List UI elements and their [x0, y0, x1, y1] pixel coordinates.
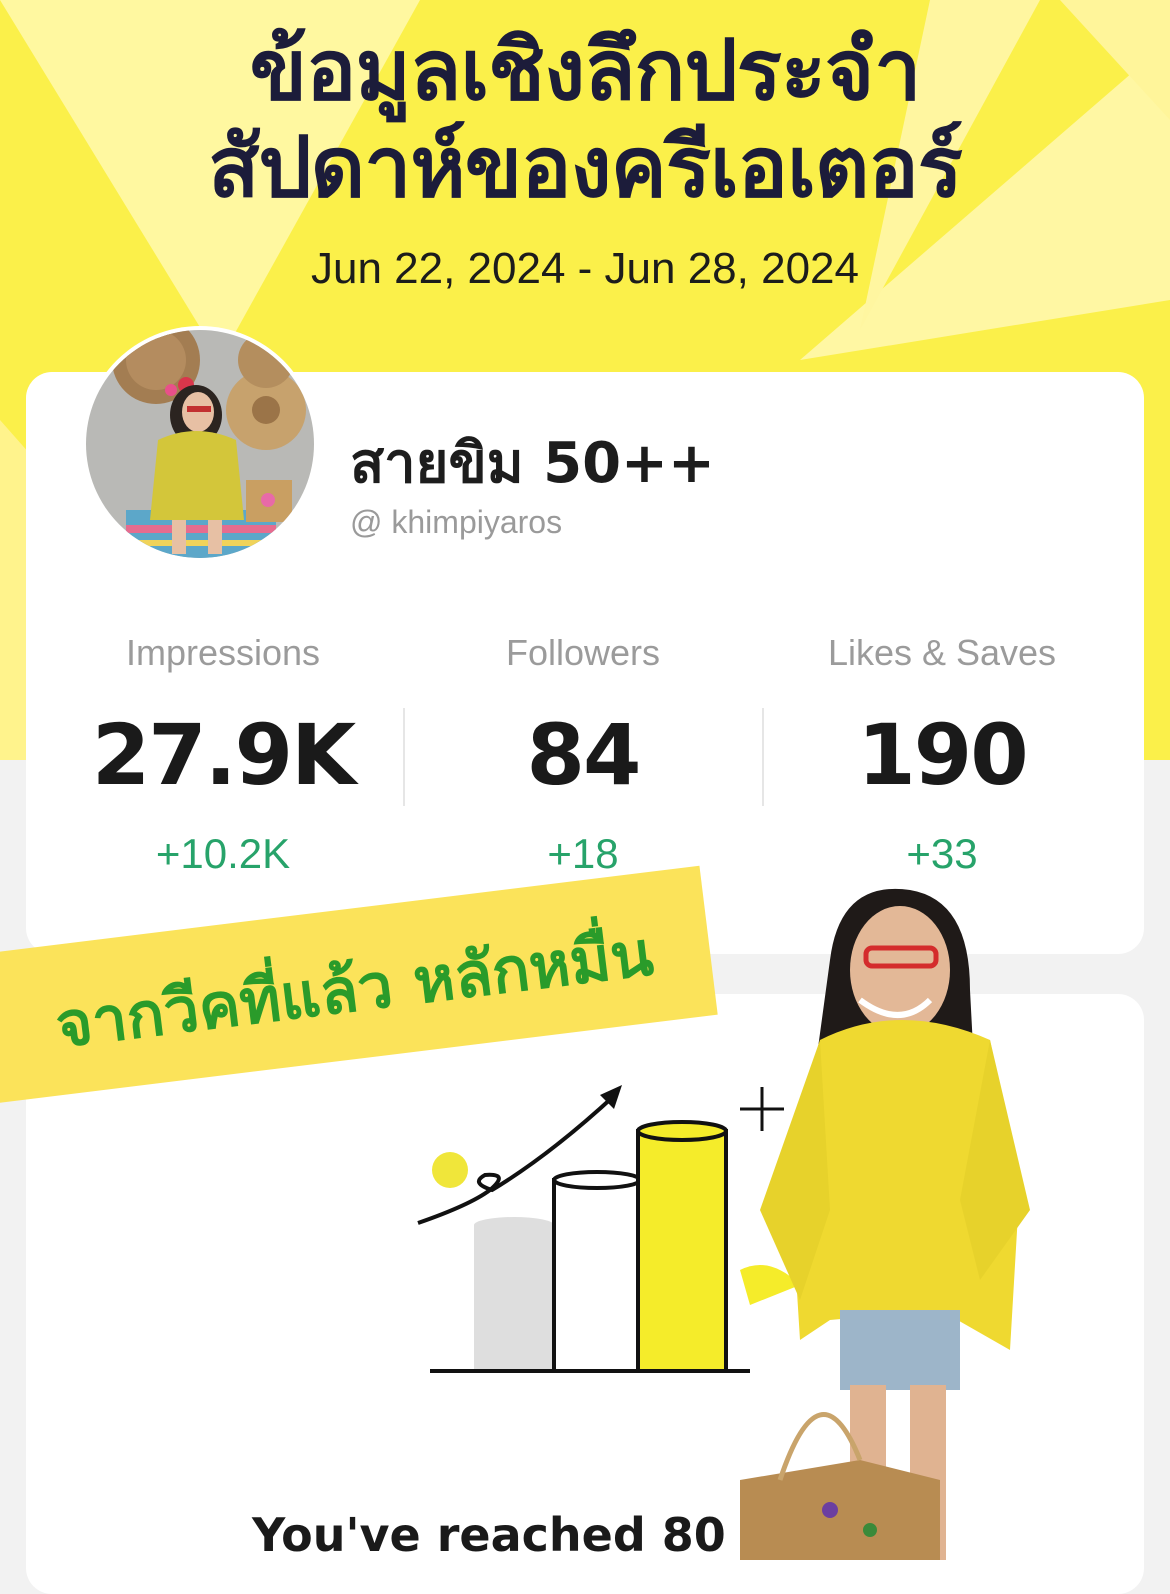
- stat-label: Followers: [505, 632, 661, 673]
- avatar-photo: [86, 330, 314, 558]
- stat-label: Likes & Saves: [827, 632, 1057, 673]
- creator-photo-cutout: [740, 888, 1030, 1560]
- stat-value: 190: [857, 706, 1028, 804]
- page-title-line1: ข้อมูลเชิงลึกประจำ: [249, 21, 922, 119]
- stat-delta: +33: [906, 830, 978, 877]
- avatar[interactable]: [86, 330, 314, 558]
- profile-name: สายขิม 50++: [350, 431, 715, 496]
- milestone-text: You've reached 80 fo: [252, 1508, 794, 1562]
- profile-handle: @ khimpiyaros: [350, 504, 563, 540]
- stat-label: Impressions: [125, 632, 321, 673]
- stat-value: 84: [526, 706, 642, 804]
- date-range: Jun 22, 2024 - Jun 28, 2024: [311, 244, 859, 293]
- stat-value: 27.9K: [91, 706, 356, 804]
- page-title-line2: สัปดาห์ของครีเอเตอร์: [208, 118, 963, 216]
